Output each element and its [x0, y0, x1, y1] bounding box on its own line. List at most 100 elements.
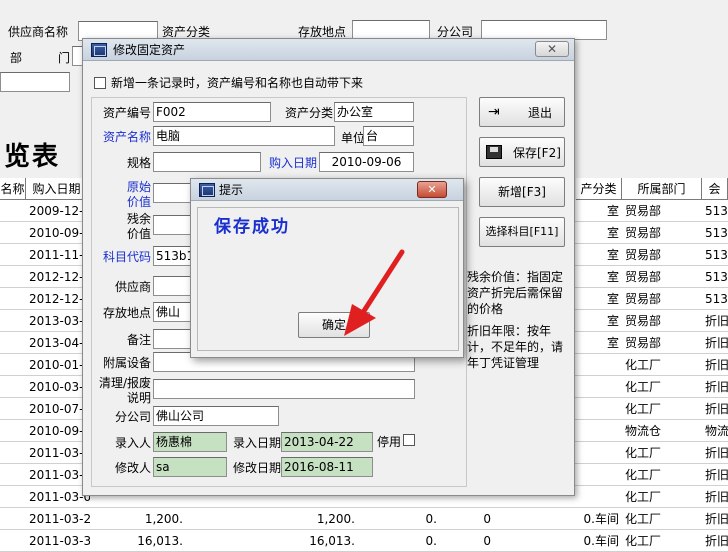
cell-department: 贸易部 [625, 314, 662, 328]
orig-value-label-1: 原始 [126, 180, 151, 194]
disabled-checkbox[interactable] [403, 434, 415, 446]
category-input[interactable]: 办公室 [334, 102, 414, 122]
cell-department: 化工厂 [625, 380, 662, 394]
unit-label: 单位 [340, 131, 365, 145]
orig-value-label-2: 价值 [126, 195, 151, 209]
save-button-label: 保存[F2] [513, 146, 561, 160]
toast-close-button[interactable]: ✕ [417, 181, 447, 198]
cell-department: 物流仓 [625, 424, 662, 438]
dept-label-2: 门 [58, 51, 71, 65]
cell-date: 2013-04-2 [29, 336, 90, 350]
entered-by-label: 录入人 [114, 436, 151, 450]
branch-input[interactable]: 佛山公司 [153, 406, 279, 426]
cell-account: 折旧 [705, 490, 728, 504]
cell-date: 2010-01-1 [29, 358, 90, 372]
note-residual: 残余价值：指固定资产折完后需保留的价格 [467, 270, 564, 316]
cell-department: 化工厂 [625, 490, 662, 504]
cell-date: 2012-12-3 [29, 292, 90, 306]
cell-account: 513 [705, 204, 728, 218]
asset-name-label: 资产名称 [102, 130, 151, 144]
residual-label-2: 价值 [126, 227, 151, 241]
cell-date: 2010-03-1 [29, 380, 90, 394]
cell-value-2: 16,013. [309, 534, 355, 548]
toast-body: 保存成功 确定 [197, 207, 459, 351]
cell-date: 2011-03-24 [29, 512, 90, 526]
spec-input[interactable] [153, 152, 261, 172]
remark-input[interactable] [153, 329, 193, 349]
cell-account: 折旧 [705, 380, 728, 394]
table-row[interactable]: 2011-03-31 16,013. 16,013. 0. 0 0.车间化工厂 折旧 [0, 530, 728, 552]
cell-department: 化工厂 [625, 358, 662, 372]
asset-no-label: 资产编号 [102, 106, 151, 120]
header-department[interactable]: 所属部门 [622, 178, 702, 200]
close-icon: ✕ [546, 42, 558, 56]
cell-date: 2012-12-3 [29, 270, 90, 284]
subject-code-label: 科目代码 [102, 250, 151, 264]
cell-department: 化工厂 [625, 468, 662, 482]
header-category[interactable]: 产分类 [576, 178, 622, 200]
unit-input[interactable]: 台 [363, 126, 414, 146]
header-name[interactable]: 名称 [0, 178, 26, 200]
list-title: 览表 [4, 142, 61, 172]
modify-date-label: 修改日期 [232, 461, 281, 475]
subject-code-input[interactable]: 513b1 [153, 246, 193, 266]
dialog-title: 修改固定资产 [113, 43, 186, 57]
disposal-input[interactable] [153, 379, 415, 399]
new-button[interactable]: 新增[F3] [479, 177, 565, 207]
auto-carry-label: 新增一条记录时，资产编号和名称也自动带下来 [111, 76, 364, 90]
cell-date: 2011-03-0 [29, 446, 90, 460]
exit-button[interactable]: ⇥ 退出 [479, 97, 565, 127]
residual-input[interactable] [153, 215, 193, 235]
save-success-dialog: 提示 ✕ 保存成功 确定 [190, 178, 464, 358]
location-input[interactable] [352, 20, 430, 40]
select-subject-button-label: 选择科目[F11] [485, 225, 559, 238]
cell-date: 2010-09-0 [29, 226, 90, 240]
spec-label: 规格 [126, 156, 151, 170]
orig-value-input[interactable] [153, 183, 193, 203]
cell-department: 贸易部 [625, 270, 662, 284]
cell-account: 折旧 [705, 534, 728, 548]
dialog-close-button[interactable]: ✕ [535, 41, 569, 57]
supplier-input[interactable] [153, 276, 193, 296]
cell-account: 513 [705, 226, 728, 240]
cell-department: 贸易部 [625, 292, 662, 306]
cell-value-4: 0 [483, 534, 491, 548]
header-purchase-date[interactable]: 购入日期 [26, 178, 88, 200]
cell-department: 贸易部 [625, 226, 662, 240]
cell-account: 折旧 [705, 402, 728, 416]
disposal-label-2: 说明 [126, 391, 151, 405]
cell-value-1: 16,013. [137, 534, 183, 548]
cell-department: 化工厂 [625, 512, 662, 526]
asset-no-input[interactable]: F002 [153, 102, 271, 122]
supplier-label: 供应商名称 [8, 25, 69, 39]
exit-icon: ⇥ [488, 104, 500, 120]
table-row[interactable]: 2011-03-24 1,200. 1,200. 0. 0 0.车间化工厂 折旧 [0, 508, 728, 530]
purchase-date-input[interactable]: 2010-09-06 [319, 152, 414, 172]
dialog-titlebar[interactable]: 修改固定资产 ✕ [83, 39, 574, 61]
exit-button-label: 退出 [528, 106, 553, 120]
branch-input[interactable] [481, 20, 607, 40]
app-icon [91, 43, 107, 57]
cell-account: 513 [705, 292, 728, 306]
residual-label-1: 残余 [126, 212, 151, 226]
header-account[interactable]: 会 [702, 178, 728, 200]
entry-date-label: 录入日期 [232, 436, 281, 450]
cell-department: 贸易部 [625, 248, 662, 262]
category-label: 资产分类 [284, 106, 333, 120]
save-button[interactable]: 保存[F2] [479, 137, 565, 167]
cell-value-2: 1,200. [316, 512, 355, 526]
cell-account: 折旧 [705, 336, 728, 350]
location-input[interactable]: 佛山 [153, 302, 193, 322]
misc-input[interactable] [0, 72, 70, 92]
auto-carry-checkbox[interactable] [94, 77, 106, 89]
cell-category: 0.车间 [583, 534, 619, 548]
toast-titlebar[interactable]: 提示 ✕ [191, 179, 463, 201]
red-arrow-annotation [344, 249, 405, 336]
cell-account: 折旧 [705, 358, 728, 372]
cell-department: 贸易部 [625, 204, 662, 218]
cell-account: 折旧 [705, 314, 728, 328]
asset-name-input[interactable]: 电脑 [153, 126, 335, 146]
cell-date: 2011-03-0 [29, 468, 90, 482]
select-subject-button[interactable]: 选择科目[F11] [479, 217, 565, 247]
entry-date-value: 2013-04-22 [281, 432, 373, 452]
